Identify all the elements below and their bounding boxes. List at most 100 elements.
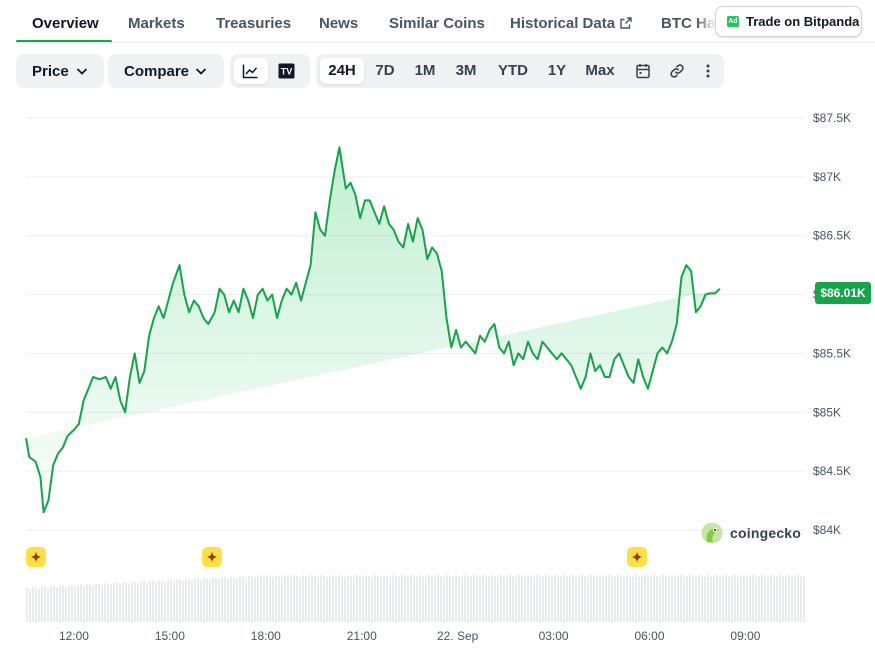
volume-bar: [611, 576, 613, 622]
volume-bar: [392, 574, 394, 622]
volume-bar: [374, 575, 376, 622]
tab-overview[interactable]: Overview: [32, 15, 99, 32]
volume-bar: [377, 576, 379, 622]
volume-bar: [758, 576, 760, 622]
range-1y[interactable]: 1Y: [542, 58, 572, 84]
volume-bar: [227, 578, 229, 622]
volume-bar: [89, 584, 91, 622]
volume-bar: [101, 585, 103, 622]
volume-bar: [686, 576, 688, 622]
volume-bar: [743, 574, 745, 622]
price-dropdown[interactable]: Price: [16, 54, 104, 88]
tab-similar-coins[interactable]: Similar Coins: [389, 15, 485, 32]
volume-bar: [665, 576, 667, 622]
volume-bar: [539, 576, 541, 622]
coingecko-logo-icon: [701, 522, 723, 544]
range-3m[interactable]: 3M: [449, 58, 483, 84]
compare-dropdown[interactable]: Compare: [108, 54, 224, 88]
volume-bar: [683, 576, 685, 622]
volume-bar: [314, 575, 316, 622]
volume-bar: [497, 576, 499, 622]
volume-bar: [41, 586, 43, 622]
volume-bar: [398, 577, 400, 622]
volume-bar: [383, 575, 385, 622]
volume-bar: [248, 575, 250, 622]
volume-bar: [527, 574, 529, 622]
volume-bar: [77, 584, 79, 622]
volume-bar: [278, 575, 280, 622]
volume-bar: [110, 584, 112, 622]
volume-bar: [710, 576, 712, 622]
volume-bar: [722, 576, 724, 622]
range-ytd[interactable]: YTD: [492, 58, 534, 84]
more-options-button[interactable]: [696, 58, 720, 84]
volume-bar: [116, 582, 118, 622]
sparkle-icon: [206, 551, 218, 563]
range-1m[interactable]: 1M: [408, 58, 442, 84]
volume-bar: [275, 575, 277, 622]
trade-on-bitpanda-button[interactable]: Ad Trade on Bitpanda: [715, 6, 862, 37]
tab-news[interactable]: News: [319, 15, 358, 32]
x-tick-label: 12:00: [59, 629, 89, 643]
volume-bar: [224, 577, 226, 622]
price-area-fill: [26, 147, 720, 513]
volume-bar: [176, 579, 178, 622]
volume-bar: [29, 589, 31, 622]
chart-type-toggle: TV: [230, 54, 310, 88]
share-link-button[interactable]: [662, 58, 692, 84]
volume-bar: [491, 574, 493, 622]
tab-historical-data[interactable]: Historical Data: [510, 15, 632, 32]
y-tick-label: $87.5K: [813, 111, 851, 125]
volume-bar: [512, 576, 514, 622]
volume-bar: [800, 576, 802, 622]
volume-bar: [32, 587, 34, 622]
sparkle-icon: [30, 551, 42, 563]
volume-bar: [518, 574, 520, 622]
price-chart[interactable]: $84K$84.5K$85K$85.5K$86K$86.5K$87K$87.5K…: [0, 100, 875, 650]
range-24h[interactable]: 24H: [320, 58, 364, 84]
range-7d[interactable]: 7D: [368, 58, 402, 84]
volume-bar: [107, 583, 109, 622]
volume-bar: [554, 574, 556, 622]
tab-historical-data-label: Historical Data: [510, 15, 616, 32]
volume-bar: [563, 574, 565, 622]
volume-bar: [476, 576, 478, 622]
volume-bar: [737, 576, 739, 622]
volume-bar: [71, 585, 73, 622]
volume-bar: [485, 576, 487, 622]
tradingview-chart-button[interactable]: TV: [270, 58, 304, 84]
volume-bar: [599, 574, 601, 622]
volume-bar: [656, 576, 658, 622]
event-marker[interactable]: [627, 547, 647, 567]
volume-bar: [212, 577, 214, 622]
volume-bar: [263, 577, 265, 622]
volume-bar: [572, 574, 574, 622]
tab-treasuries[interactable]: Treasuries: [216, 15, 291, 32]
volume-bar: [704, 576, 706, 622]
volume-bar: [266, 575, 268, 622]
calendar-button[interactable]: [628, 58, 658, 84]
volume-bar: [437, 574, 439, 622]
volume-bar: [47, 588, 49, 622]
volume-bar: [140, 581, 142, 622]
volume-bar: [671, 574, 673, 622]
event-marker[interactable]: [26, 547, 46, 567]
volume-bar: [449, 576, 451, 622]
volume-bar: [422, 576, 424, 622]
volume-bar: [776, 576, 778, 622]
volume-bar: [365, 575, 367, 622]
volume-bar: [197, 578, 199, 622]
event-marker[interactable]: [202, 547, 222, 567]
volume-bar: [305, 575, 307, 622]
volume-bar: [617, 574, 619, 622]
line-chart-button[interactable]: [234, 58, 268, 84]
volume-bar: [542, 576, 544, 622]
volume-bar: [152, 581, 154, 622]
volume-bar: [185, 579, 187, 622]
volume-bar: [233, 577, 235, 622]
volume-bar: [242, 576, 244, 622]
volume-bar: [443, 577, 445, 622]
x-tick-label: 22. Sep: [437, 629, 479, 643]
tab-markets[interactable]: Markets: [128, 15, 185, 32]
range-max[interactable]: Max: [580, 58, 620, 84]
